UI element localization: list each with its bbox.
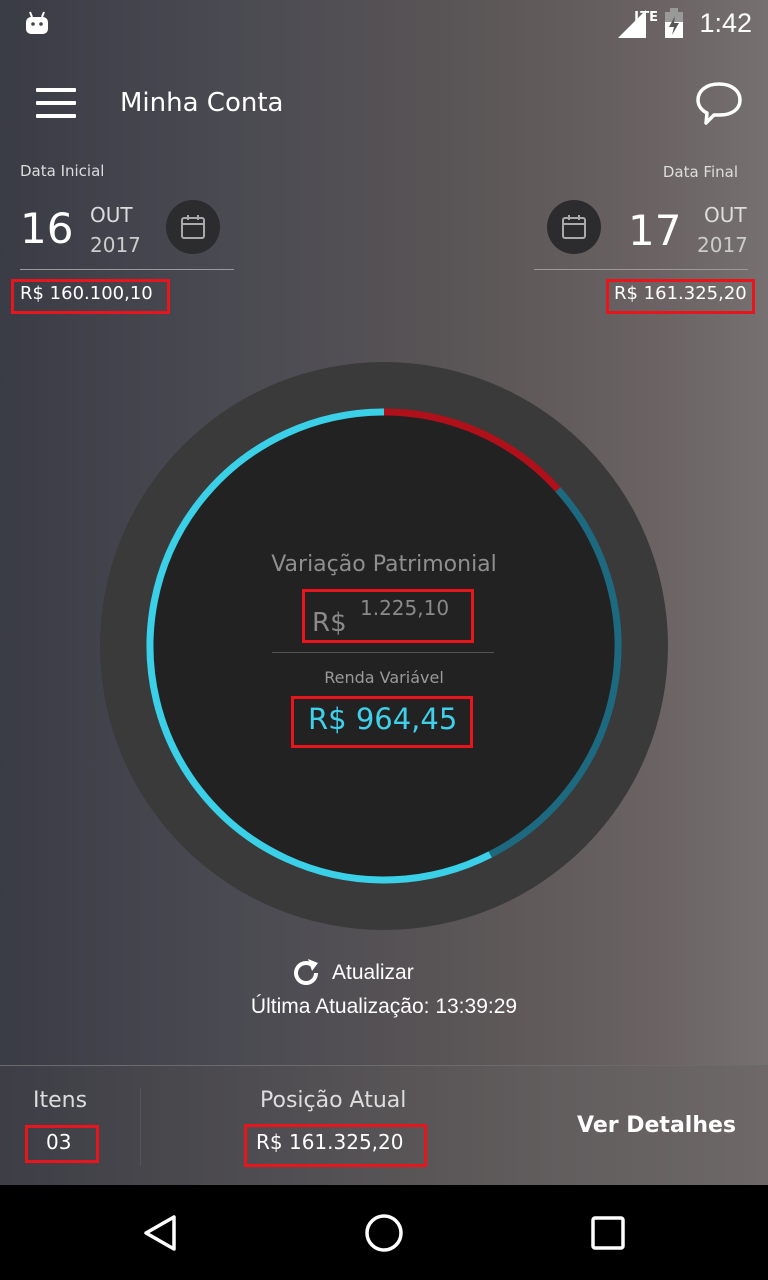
- position-value: R$ 161.325,20: [256, 1130, 404, 1154]
- last-update: Última Atualização: 13:39:29: [250, 995, 518, 1018]
- chat-icon[interactable]: [694, 80, 744, 126]
- navigation-bar: [0, 1185, 768, 1280]
- battery-icon: [665, 8, 683, 38]
- page-title: Minha Conta: [120, 88, 284, 118]
- variation-title: Variação Patrimonial: [271, 552, 497, 577]
- menu-icon[interactable]: [36, 88, 76, 122]
- end-amount: R$ 161.325,20: [614, 283, 747, 304]
- end-month: OUT: [704, 203, 747, 227]
- refresh-icon: [294, 959, 318, 985]
- gauge-divider: [272, 652, 494, 653]
- recents-icon[interactable]: [590, 1215, 626, 1251]
- start-date-underline: [20, 269, 234, 270]
- panel-divider: [140, 1088, 141, 1166]
- end-date-picker-button[interactable]: [547, 200, 601, 254]
- clock: 1:42: [699, 8, 752, 38]
- refresh-label: Atualizar: [332, 961, 414, 984]
- items-label: Itens: [33, 1088, 88, 1113]
- portfolio-gauge: [100, 362, 668, 930]
- variable-income-value: R$ 964,45: [308, 702, 458, 736]
- home-icon[interactable]: [364, 1213, 404, 1253]
- refresh-button[interactable]: Atualizar: [290, 957, 414, 989]
- end-date-underline: [534, 269, 748, 270]
- back-icon[interactable]: [140, 1213, 180, 1253]
- end-date-label: Data Final: [662, 163, 738, 181]
- start-amount: R$ 160.100,10: [20, 283, 153, 304]
- position-label: Posição Atual: [260, 1088, 407, 1113]
- calendar-icon: [181, 215, 205, 239]
- end-year: 2017: [697, 233, 748, 257]
- items-value: 03: [46, 1130, 72, 1154]
- start-date-picker-button[interactable]: [166, 200, 220, 254]
- details-button[interactable]: Ver Detalhes: [577, 1113, 736, 1138]
- android-icon: [26, 11, 48, 34]
- variable-income-label: Renda Variável: [324, 668, 444, 687]
- status-bar: LTE 1:42: [0, 0, 768, 50]
- start-year: 2017: [90, 233, 141, 257]
- start-day: 16: [20, 204, 74, 253]
- end-day: 17: [628, 206, 682, 255]
- start-month: OUT: [90, 203, 133, 227]
- variation-currency: R$: [312, 608, 347, 638]
- calendar-icon: [562, 215, 586, 239]
- start-date-label: Data Inicial: [20, 162, 105, 180]
- variation-value: 1.225,10: [360, 596, 450, 620]
- lte-signal-icon: [618, 10, 646, 38]
